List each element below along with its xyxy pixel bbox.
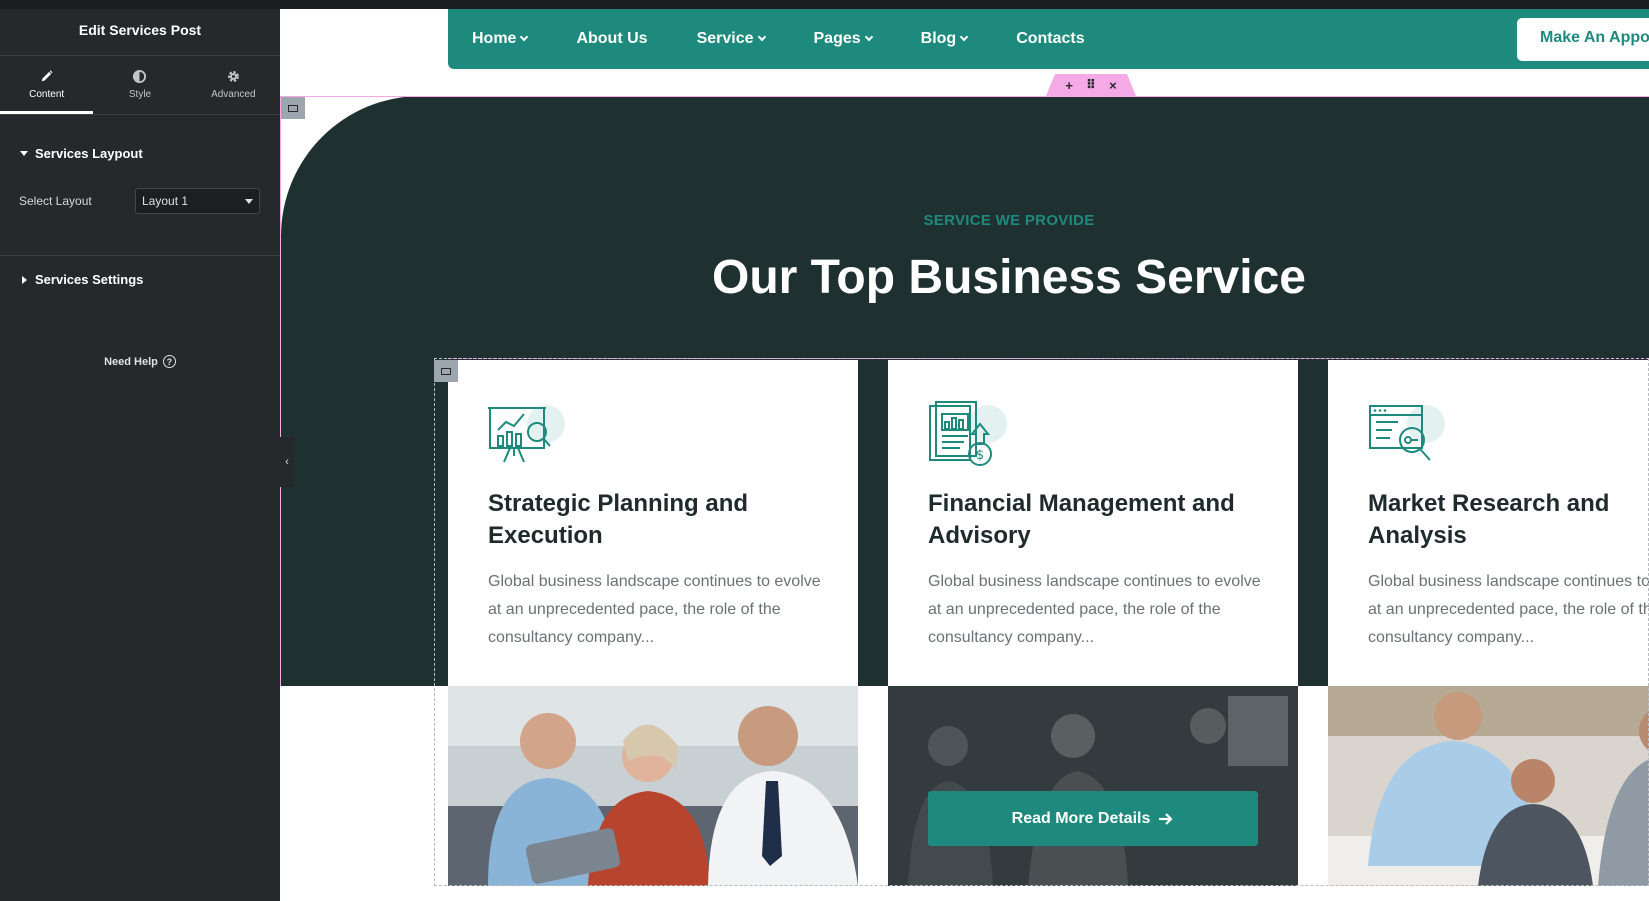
widget-outline-top [448,358,1649,359]
nav-home-label: Home [472,30,517,47]
site-nav: Home About Us Service Pages Blog Contact… [448,9,1649,69]
nav-blog[interactable]: Blog [920,30,969,48]
question-icon: ? [162,355,176,368]
tab-content[interactable]: Content [0,57,94,114]
half-circle-icon [133,69,147,84]
browser-search-icon [1369,405,1445,461]
divider [0,55,280,56]
add-section-icon[interactable]: + [1065,78,1073,93]
nav-pages-label: Pages [813,30,861,47]
pencil-icon [41,70,53,82]
svg-text:$: $ [976,448,984,463]
tab-style[interactable]: Style [93,57,186,114]
nav-service[interactable]: Service [696,30,766,48]
card-title[interactable]: Market Research and Analysis [1368,488,1649,552]
nav-about-label: About Us [576,30,648,47]
card-image [448,686,858,886]
tab-advanced-label: Advanced [211,89,256,100]
edit-container-icon[interactable] [281,97,305,119]
card-description: Global business landscape continues to e… [1368,573,1649,646]
card-title[interactable]: Strategic Planning and Execution [488,488,828,552]
drag-handle-icon[interactable]: ⠿ [1086,77,1096,93]
nav-about[interactable]: About Us [576,30,647,48]
nav-service-label: Service [696,30,754,47]
editor-panel: Edit Services Post Content Style Advance… [0,0,280,901]
make-appointment-button[interactable]: Make An Appo [1517,18,1649,61]
chevron-down-icon [864,32,873,42]
section-services-settings[interactable]: Services Settings [20,272,143,287]
panel-top-strip [0,0,280,9]
read-more-label: Read More Details [1011,809,1151,827]
caret-down-icon [20,151,28,156]
section-label: Services Laypout [35,146,143,161]
caret-right-icon [22,275,27,284]
gear-icon [227,71,239,82]
card-description: Global business landscape continues to e… [928,573,1261,646]
select-layout-dropdown[interactable]: Layout 1 [135,188,260,214]
presentation-chart-icon [488,405,565,463]
section-services-layout[interactable]: Services Laypout [20,146,143,161]
nav-home[interactable]: Home [472,30,529,48]
nav-contacts-label: Contacts [1016,30,1085,47]
need-help-label: Need Help [104,355,158,368]
need-help-link[interactable]: Need Help ? [0,355,280,368]
tab-style-label: Style [128,89,152,100]
card-image: Read More Details [888,686,1298,886]
dropdown-arrow-icon [245,199,253,204]
service-card[interactable]: $ Financial Management and Advisory Glob… [888,360,1298,886]
arrow-right-icon [1159,812,1173,825]
card-title[interactable]: Financial Management and Advisory [928,488,1268,552]
select-layout-value: Layout 1 [142,194,189,208]
preview-canvas: Home About Us Service Pages Blog Contact… [280,0,1649,901]
tab-content-label: Content [29,89,65,100]
service-card[interactable]: Strategic Planning and Execution Global … [448,360,858,886]
card-description: Global business landscape continues to e… [488,573,821,646]
chevron-down-icon [757,32,766,42]
top-bar-strip [280,0,1649,9]
delete-section-icon[interactable]: × [1109,78,1117,93]
chevron-down-icon [959,32,969,42]
nav-pages[interactable]: Pages [813,30,873,48]
section-handle: + ⠿ × [1046,74,1136,96]
section-title: Our Top Business Service [280,250,1648,305]
service-card[interactable]: Market Research and Analysis Global busi… [1328,360,1649,886]
panel-tabs: Content Style Advanced [0,57,280,114]
section-eyebrow: SERVICE WE PROVIDE [280,212,1648,229]
section-label: Services Settings [35,272,144,287]
title-text: Our Top Business Service [712,251,1306,304]
read-more-button[interactable]: Read More Details [928,791,1258,846]
tab-advanced[interactable]: Advanced [187,57,280,114]
nav-blog-label: Blog [920,30,957,47]
collapse-panel-button[interactable]: ‹ [280,437,294,487]
eyebrow-text: SERVICE WE PROVIDE [923,212,1095,229]
panel-title: Edit Services Post [78,22,202,38]
financial-report-icon: $ [929,401,1007,466]
select-layout-label: Select Layout [19,194,92,208]
card-image [1328,686,1649,886]
nav-contacts[interactable]: Contacts [1016,30,1084,48]
chevron-down-icon [520,32,529,42]
divider [0,255,280,256]
divider [0,114,280,115]
edit-widget-icon[interactable] [434,360,458,382]
